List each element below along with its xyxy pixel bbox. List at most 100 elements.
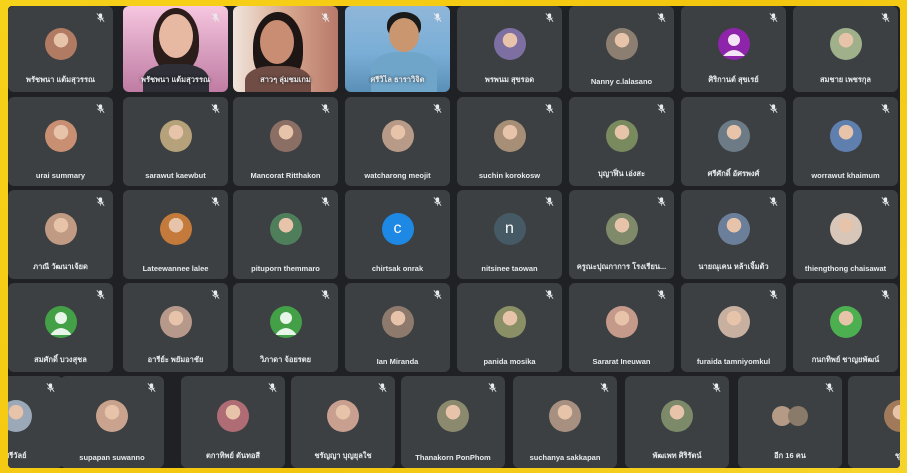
participant-avatar: [269, 120, 302, 153]
participant-video-face: [260, 20, 294, 64]
mic-off-icon: [712, 383, 721, 392]
participant-tile[interactable]: sarawut kaewbut: [123, 97, 228, 186]
participant-name: Thanakorn PonPhom: [415, 453, 491, 462]
mic-off-icon: [211, 197, 220, 206]
participant-tile[interactable]: ศรีวัลย์: [8, 376, 63, 468]
mic-off-icon: [825, 383, 834, 392]
participant-tile[interactable]: c chirtsak onrak: [345, 190, 450, 279]
participant-tile[interactable]: อารีย์ะ พยัมอาชัย: [123, 283, 228, 372]
mic-off-icon: [545, 13, 554, 22]
mic-off-icon: [321, 13, 330, 22]
initial-avatar: n: [493, 213, 526, 246]
participant-video-face: [389, 18, 419, 52]
participant-tile[interactable]: watcharong meojit: [345, 97, 450, 186]
mic-off-icon: [769, 197, 778, 206]
participant-name: อีก 16 คน: [774, 451, 806, 460]
mic-off-icon: [321, 197, 330, 206]
mic-off-icon: [488, 383, 497, 392]
mic-off-icon: [600, 383, 609, 392]
participant-tile[interactable]: suchin korokosw: [457, 97, 562, 186]
participant-video-face: [159, 14, 193, 58]
participant-avatar: [717, 120, 750, 153]
participant-tile[interactable]: พรัชพนา แต้มสุวรรณ: [8, 6, 113, 92]
mic-off-icon: [378, 383, 387, 392]
participant-video-shoulders: [371, 52, 437, 92]
participant-avatar: [829, 120, 862, 153]
mic-off-icon: [433, 104, 442, 113]
participant-tile[interactable]: pituporn themmaro: [233, 190, 338, 279]
mic-off-icon: [268, 383, 277, 392]
participant-tile[interactable]: furaida tamniyomkul: [681, 283, 786, 372]
others-avatar-stack: [770, 400, 810, 432]
participant-avatar: [44, 27, 77, 60]
participant-tile[interactable]: พรพนม สุขรอด: [457, 6, 562, 92]
participant-tile[interactable]: พัฒเพท ศิริรัตน์: [625, 376, 729, 468]
participant-avatar: [381, 306, 414, 339]
participant-tile[interactable]: n nitsinee taowan: [457, 190, 562, 279]
participant-tile[interactable]: ศรีศักดิ์ อัศรพงศ์: [681, 97, 786, 186]
participant-name: pituporn themmaro: [251, 264, 320, 273]
participant-name: sarawut kaewbut: [145, 171, 206, 180]
participant-name: ศิริกานต์ สุขเรย์: [708, 75, 759, 84]
participant-tile[interactable]: Lateewannee lalee: [123, 190, 228, 279]
participant-name: สมชาย เพชรกุล: [819, 75, 872, 84]
participant-avatar: [549, 400, 581, 433]
participant-tile[interactable]: วิภาดา จ้อยรตย: [233, 283, 338, 372]
participant-tile[interactable]: นายณุเคน หล้าเจิ้มต้ว: [681, 190, 786, 279]
participant-avatar: [327, 400, 359, 433]
mic-off-icon: [321, 290, 330, 299]
participant-tile[interactable]: อีก 16 คน: [738, 376, 842, 468]
participant-tile[interactable]: สาวๆ ลุ่มชมเกม: [233, 6, 338, 92]
mic-off-icon: [657, 104, 666, 113]
participant-name: พรพนม สุขรอด: [484, 75, 535, 84]
participant-tile[interactable]: worrawut khaimum: [793, 97, 898, 186]
mic-off-icon: [211, 13, 220, 22]
mic-off-icon: [211, 290, 220, 299]
participant-name: พรัชพนา แต้มสุวรรณ: [26, 75, 95, 84]
participant-tile[interactable]: ตกาทิพย์ ตันทอสี: [181, 376, 285, 468]
participant-avatar: [884, 400, 900, 433]
mic-off-icon: [545, 104, 554, 113]
participant-avatar: [493, 120, 526, 153]
participant-name: ศรีวิไล ธาราวิจิต: [370, 75, 425, 84]
mic-off-icon: [657, 13, 666, 22]
participant-tile[interactable]: Sararat Ineuwan: [569, 283, 674, 372]
participant-name: วิภาดา จ้อยรตย: [259, 355, 312, 364]
participant-tile[interactable]: Mancorat Ritthakon: [233, 97, 338, 186]
participant-tile[interactable]: บุญาฬิ่น เอ่งสะ: [569, 97, 674, 186]
participant-avatar: [717, 306, 750, 339]
participant-tile[interactable]: พรัชพนา แต้มสุวรรณ: [123, 6, 228, 92]
participant-avatar: [493, 27, 526, 60]
participant-name: Ian Miranda: [376, 357, 419, 366]
participant-tile[interactable]: ชุม: [848, 376, 900, 468]
participant-avatar: [605, 27, 638, 60]
participant-tile[interactable]: สมชาย เพชรกุล: [793, 6, 898, 92]
participant-name: ชุม: [894, 451, 900, 460]
participant-tile[interactable]: Ian Miranda: [345, 283, 450, 372]
participant-tile[interactable]: thiengthong chaisawat: [793, 190, 898, 279]
participant-tile[interactable]: ภาณี วัฒนาเจ้ยด: [8, 190, 113, 279]
participant-name: กนกทิพย์ ชาญยพัฒน์: [811, 355, 880, 364]
mic-off-icon: [433, 290, 442, 299]
participant-tile[interactable]: ศิริกานต์ สุขเรย์: [681, 6, 786, 92]
participant-tile[interactable]: Nanny c.lalasano: [569, 6, 674, 92]
mic-off-icon: [769, 104, 778, 113]
participant-tile[interactable]: ชรัญญา บุญยุลใช: [291, 376, 395, 468]
participant-tile[interactable]: ศรีวิไล ธาราวิจิต: [345, 6, 450, 92]
participant-tile[interactable]: urai summary: [8, 97, 113, 186]
participant-tile[interactable]: panida mosika: [457, 283, 562, 372]
participant-name: Mancorat Ritthakon: [250, 171, 321, 180]
participant-name: Nanny c.lalasano: [590, 77, 653, 86]
participant-tile[interactable]: สมศักดิ์ บวงสุชล: [8, 283, 113, 372]
participant-name: chirtsak onrak: [371, 264, 424, 273]
participant-avatar: [8, 400, 32, 433]
meeting-participant-grid: พรัชพนา แต้มสุวรรณ พรัชพนา แต้มสุวรรณ สาวๆ…: [8, 6, 900, 468]
participant-tile[interactable]: supapan suwanno: [60, 376, 164, 468]
participant-name: พรัชพนา แต้มสุวรรณ: [141, 75, 210, 84]
participant-name: สาวๆ ลุ่มชมเกม: [260, 75, 311, 84]
mic-off-icon: [147, 383, 156, 392]
participant-tile[interactable]: กนกทิพย์ ชาญยพัฒน์: [793, 283, 898, 372]
participant-tile[interactable]: ครูณะปุณกาการ โรงเรียน...: [569, 190, 674, 279]
participant-tile[interactable]: suchanya sakkapan: [513, 376, 617, 468]
participant-tile[interactable]: Thanakorn PonPhom: [401, 376, 505, 468]
